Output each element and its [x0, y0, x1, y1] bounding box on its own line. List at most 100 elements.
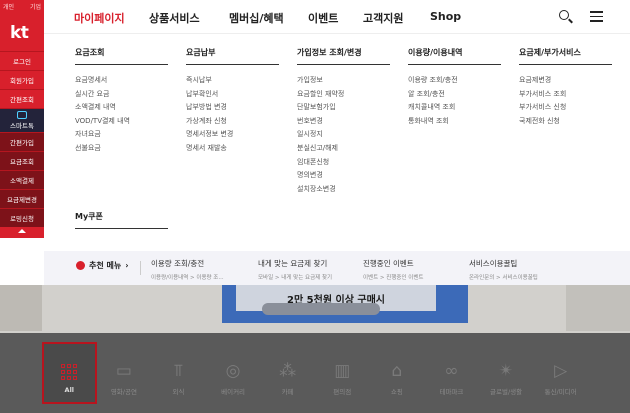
- category-tab-all[interactable]: All: [42, 342, 97, 404]
- menu-link[interactable]: 번호변경: [297, 115, 390, 129]
- menu-link[interactable]: 납부확인서: [186, 88, 279, 102]
- category-tab-bakery[interactable]: ◎ 베이커리: [206, 342, 261, 404]
- menu-link[interactable]: 자녀요금: [75, 128, 168, 142]
- menu-link[interactable]: 국제전화 신청: [519, 115, 612, 129]
- menu-column-bill: 요금조회 요금명세서 실시간 요금 소액결제 내역 VOD/TV결제 내역 자녀…: [75, 47, 168, 156]
- sidebar-top-links: 개인 기업: [0, 0, 44, 11]
- thumbs-up-icon: [76, 261, 85, 270]
- recommended-item[interactable]: 서비스이용꿀팁 온라인문의 > 서비스이용꿀팁: [469, 258, 538, 281]
- menu-link[interactable]: 알 조회/충전: [408, 88, 501, 102]
- menu-link[interactable]: 명세서 재발송: [186, 142, 279, 156]
- menu-column-subscription: 가입정보 조회/변경 가입정보 요금할인 재약정 단말보험가입 번호변경 일시정…: [297, 47, 390, 196]
- sidebar-item-bill-lookup[interactable]: 요금조회: [0, 151, 44, 170]
- notebook-decoration: [0, 285, 42, 331]
- nav-mypage[interactable]: 마이페이지: [74, 10, 125, 26]
- recommended-item-path: 이용량/이용내역 > 이용량 조...: [151, 275, 224, 281]
- sidebar-item-roaming[interactable]: 로밍신청: [0, 208, 44, 227]
- nav-products[interactable]: 상품서비스: [149, 10, 200, 26]
- donut-icon: ◎: [225, 361, 241, 381]
- star-burst-icon: ✴: [498, 361, 514, 381]
- menu-column-usage: 이용량/이용내역 이용량 조회/충전 알 조회/충전 캐치콜내역 조회 통화내역…: [408, 47, 501, 128]
- nav-events[interactable]: 이벤트: [308, 10, 338, 26]
- sidebar-item-smart-talk[interactable]: 스마트톡: [0, 108, 44, 132]
- store-icon: ▥: [334, 361, 351, 381]
- link-personal[interactable]: 개인: [3, 2, 14, 11]
- menu-link[interactable]: 명세서정보 변경: [186, 128, 279, 142]
- sidebar-item-quick-lookup[interactable]: 간편조회: [0, 89, 44, 108]
- category-tab-media[interactable]: ▷ 통신/미디어: [533, 342, 588, 404]
- menu-link[interactable]: 요금할인 재약정: [297, 88, 390, 102]
- category-label: 카페: [281, 388, 294, 396]
- menu-link[interactable]: 부가서비스 조회: [519, 88, 612, 102]
- search-icon[interactable]: [558, 9, 574, 25]
- recommended-item[interactable]: 진행중인 이벤트 이벤트 > 진행중인 이벤트: [363, 258, 423, 281]
- scroll-up-button[interactable]: [0, 227, 44, 235]
- category-label: 통신/미디어: [544, 388, 577, 396]
- menu-link[interactable]: VOD/TV결제 내역: [75, 115, 168, 129]
- recommended-menu-title[interactable]: 추천 메뉴 ›: [76, 260, 129, 271]
- recommended-item-path: 이벤트 > 진행중인 이벤트: [363, 275, 424, 281]
- sidebar-item-login[interactable]: 로그인: [0, 51, 44, 70]
- menu-link[interactable]: 임대폰신청: [297, 156, 390, 170]
- menu-link[interactable]: 가입정보: [297, 74, 390, 88]
- sidebar-item-signup[interactable]: 회원가입: [0, 70, 44, 89]
- category-tab-movie[interactable]: ▭ 영화/공연: [97, 342, 152, 404]
- infinity-icon: ∞: [444, 361, 459, 381]
- hamburger-menu-icon[interactable]: [590, 11, 603, 22]
- category-tab-shopping[interactable]: ⌂ 쇼핑: [370, 342, 425, 404]
- sidebar-item-label: 스마트톡: [10, 122, 34, 130]
- category-tab-global[interactable]: ✴ 글로벌/생활: [479, 342, 534, 404]
- sidebar-item-quick-join[interactable]: 간편가입: [0, 132, 44, 151]
- menu-link[interactable]: 이용량 조회/충전: [408, 74, 501, 88]
- column-title: 요금제/부가서비스: [519, 47, 612, 65]
- kt-logo[interactable]: kt: [10, 23, 44, 43]
- nav-shop[interactable]: Shop: [430, 10, 461, 23]
- menu-link[interactable]: 즉시납부: [186, 74, 279, 88]
- menu-column-payment: 요금납부 즉시납부 납부확인서 납부방법 변경 가상계좌 신청 명세서정보 변경…: [186, 47, 279, 156]
- promo-pill: [262, 303, 380, 315]
- category-tab-cafe[interactable]: ⁂ 카페: [260, 342, 315, 404]
- menu-link[interactable]: 설치장소변경: [297, 183, 390, 197]
- menu-link[interactable]: 요금제변경: [519, 74, 612, 88]
- category-tab-themepark[interactable]: ∞ 테마파크: [424, 342, 479, 404]
- rings-decoration: [566, 285, 630, 331]
- recommended-item[interactable]: 이용량 조회/충전 이용량/이용내역 > 이용량 조...: [151, 258, 224, 281]
- my-coupon-link[interactable]: My쿠폰: [75, 211, 168, 229]
- recommended-item-title: 이용량 조회/충전: [151, 259, 205, 268]
- recommended-menu-bar: 추천 메뉴 › 이용량 조회/충전 이용량/이용내역 > 이용량 조... 내게…: [44, 251, 630, 285]
- menu-link[interactable]: 통화내역 조회: [408, 115, 501, 129]
- sidebar-item-micropayment[interactable]: 소액결제: [0, 170, 44, 189]
- nav-support[interactable]: 고객지원: [363, 10, 403, 26]
- menu-link[interactable]: 캐치콜내역 조회: [408, 101, 501, 115]
- menu-link[interactable]: 부가서비스 신청: [519, 101, 612, 115]
- nav-membership[interactable]: 멤버십/혜택: [229, 10, 284, 26]
- menu-link[interactable]: 분실신고/해제: [297, 142, 390, 156]
- category-label: 쇼핑: [390, 388, 403, 396]
- fork-icon: ⫪: [173, 361, 184, 381]
- top-navigation: 마이페이지 상품서비스 멤버십/혜택 이벤트 고객지원 Shop: [44, 0, 630, 34]
- link-business[interactable]: 기업: [30, 2, 41, 11]
- menu-link[interactable]: 납부방법 변경: [186, 101, 279, 115]
- menu-link[interactable]: 단말보험가입: [297, 101, 390, 115]
- divider: [140, 261, 141, 275]
- category-tabs: All ▭ 영화/공연 ⫪ 외식 ◎ 베이커리 ⁂ 카페 ▥ 편의점 ⌂ 쇼핑 …: [42, 342, 588, 404]
- sidebar-menu: 로그인 회원가입 간편조회 스마트톡 간편가입 요금조회 소액결제 요금제변경 …: [0, 51, 44, 235]
- menu-link[interactable]: 선불요금: [75, 142, 168, 156]
- shopping-bag-icon: ⌂: [391, 361, 403, 381]
- recommended-item[interactable]: 내게 맞는 요금제 찾기 모바일 > 내게 맞는 요금제 찾기: [258, 258, 332, 281]
- menu-link[interactable]: 소액결제 내역: [75, 101, 168, 115]
- column-title: 이용량/이용내역: [408, 47, 501, 65]
- sidebar-item-plan-change[interactable]: 요금제변경: [0, 189, 44, 208]
- menu-link[interactable]: 요금명세서: [75, 74, 168, 88]
- menu-link[interactable]: 일시정지: [297, 128, 390, 142]
- menu-link[interactable]: 실시간 요금: [75, 88, 168, 102]
- category-tab-dining[interactable]: ⫪ 외식: [151, 342, 206, 404]
- menu-link[interactable]: 명의변경: [297, 169, 390, 183]
- category-label: 글로벌/생활: [490, 388, 523, 396]
- category-tab-convenience[interactable]: ▥ 편의점: [315, 342, 370, 404]
- recommended-item-path: 온라인문의 > 서비스이용꿀팁: [469, 275, 538, 281]
- recommended-item-title: 내게 맞는 요금제 찾기: [258, 259, 328, 268]
- menu-link[interactable]: 가상계좌 신청: [186, 115, 279, 129]
- category-label: 테마파크: [439, 388, 464, 396]
- left-quick-sidebar: 개인 기업 kt 로그인 회원가입 간편조회 스마트톡 간편가입 요금조회 소액…: [0, 0, 44, 238]
